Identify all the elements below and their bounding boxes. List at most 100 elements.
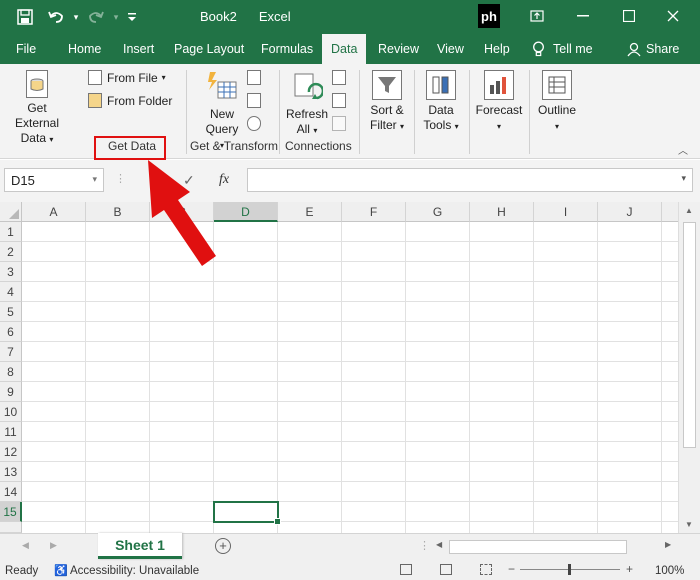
row-header[interactable]: 1 bbox=[0, 222, 22, 242]
outline-button[interactable]: Outline ▾ bbox=[534, 70, 580, 134]
scroll-right-icon[interactable]: ▶ bbox=[665, 540, 671, 549]
group-divider bbox=[186, 70, 187, 154]
tab-split-handle[interactable]: ⋮ bbox=[419, 539, 430, 552]
insert-function-icon[interactable]: fx bbox=[219, 172, 229, 188]
tab-data[interactable]: Data bbox=[322, 34, 367, 64]
recent-sources-button[interactable] bbox=[247, 116, 261, 131]
scroll-left-icon[interactable]: ◀ bbox=[436, 540, 442, 549]
data-tools-button[interactable]: Data Tools ▾ bbox=[418, 70, 464, 134]
tab-file[interactable]: File bbox=[14, 34, 38, 64]
add-sheet-icon[interactable]: + bbox=[215, 538, 231, 554]
formula-input[interactable]: ▾ bbox=[247, 168, 693, 192]
forecast-button[interactable]: Forecast ▾ bbox=[474, 70, 524, 134]
tab-home[interactable]: Home bbox=[66, 34, 103, 64]
undo-icon[interactable] bbox=[46, 7, 66, 27]
row-header[interactable]: 6 bbox=[0, 322, 22, 342]
worksheet-grid[interactable]: A B C D E F G H I J 1 2 3 4 5 6 7 8 9 10… bbox=[0, 202, 678, 533]
accessibility-status[interactable]: Accessibility: Unavailable bbox=[70, 565, 199, 577]
table-icon bbox=[247, 70, 261, 85]
sort-label-1: Sort & bbox=[370, 103, 404, 117]
row-header[interactable]: 12 bbox=[0, 442, 22, 462]
scroll-down-icon[interactable]: ▼ bbox=[685, 520, 693, 529]
share-button[interactable]: Share bbox=[625, 34, 681, 64]
tab-insert[interactable]: Insert bbox=[121, 34, 156, 64]
from-folder-button[interactable]: From Folder bbox=[88, 93, 172, 108]
column-header[interactable]: A bbox=[22, 202, 86, 222]
properties-button[interactable] bbox=[332, 93, 346, 108]
zoom-slider-handle[interactable] bbox=[568, 564, 571, 575]
more-options-icon: ⋮ bbox=[115, 173, 126, 185]
horizontal-scroll-thumb[interactable] bbox=[449, 540, 627, 554]
save-icon[interactable] bbox=[15, 7, 35, 27]
accessibility-icon: ♿ bbox=[54, 565, 68, 577]
column-header[interactable]: I bbox=[534, 202, 598, 222]
tab-help[interactable]: Help bbox=[482, 34, 512, 64]
column-header[interactable]: J bbox=[598, 202, 662, 222]
select-all-corner[interactable] bbox=[0, 202, 22, 222]
prev-sheet-icon[interactable]: ◀ bbox=[22, 540, 29, 551]
vertical-scrollbar[interactable]: ▲ ▼ bbox=[678, 202, 700, 533]
sheet-tab-active[interactable]: Sheet 1 bbox=[98, 533, 182, 559]
normal-view-icon[interactable] bbox=[400, 564, 412, 575]
zoom-level[interactable]: 100% bbox=[655, 565, 684, 577]
close-icon[interactable] bbox=[662, 6, 684, 26]
edit-links-button[interactable] bbox=[332, 116, 346, 131]
row-header-selected[interactable]: 15 bbox=[0, 502, 22, 522]
column-header[interactable]: F bbox=[342, 202, 406, 222]
row-header[interactable]: 2 bbox=[0, 242, 22, 262]
queries-connections-button[interactable] bbox=[332, 70, 346, 85]
outline-label: Outline bbox=[537, 103, 577, 117]
tab-formulas[interactable]: Formulas bbox=[259, 34, 315, 64]
chevron-down-icon: ▾ bbox=[454, 122, 459, 131]
row-header[interactable]: 11 bbox=[0, 422, 22, 442]
next-sheet-icon[interactable]: ▶ bbox=[50, 540, 57, 551]
row-header[interactable]: 7 bbox=[0, 342, 22, 362]
scroll-up-icon[interactable]: ▲ bbox=[685, 206, 693, 215]
column-header[interactable]: H bbox=[470, 202, 534, 222]
cell-area[interactable] bbox=[22, 222, 678, 533]
tab-page-layout[interactable]: Page Layout bbox=[172, 34, 246, 64]
zoom-out-icon[interactable]: − bbox=[508, 562, 515, 576]
maximize-icon[interactable] bbox=[618, 6, 640, 26]
column-header-selected[interactable]: D bbox=[214, 202, 278, 222]
row-header[interactable]: 8 bbox=[0, 362, 22, 382]
sort-label-2: Filter bbox=[369, 118, 397, 132]
group-divider bbox=[469, 70, 470, 154]
outline-icon bbox=[542, 70, 572, 100]
zoom-in-icon[interactable]: + bbox=[626, 562, 633, 576]
tab-review[interactable]: Review bbox=[376, 34, 421, 64]
chevron-down-icon: ▾ bbox=[554, 122, 559, 131]
name-box[interactable]: D15 ▾ bbox=[4, 168, 104, 192]
redo-icon[interactable] bbox=[86, 7, 106, 27]
page-layout-view-icon[interactable] bbox=[440, 564, 452, 575]
column-header[interactable]: G bbox=[406, 202, 470, 222]
ribbon-display-icon[interactable] bbox=[526, 6, 548, 26]
refresh-all-button[interactable]: Refresh All ▾ bbox=[284, 70, 330, 138]
from-file-button[interactable]: From File ▾ bbox=[88, 70, 166, 85]
expand-formula-icon[interactable]: ▾ bbox=[681, 173, 686, 184]
from-table-button[interactable] bbox=[247, 93, 261, 108]
row-header[interactable]: 9 bbox=[0, 382, 22, 402]
get-external-data-button[interactable]: Get External Data ▾ bbox=[4, 70, 70, 147]
active-cell-d15[interactable] bbox=[213, 501, 281, 525]
vertical-scroll-thumb[interactable] bbox=[683, 222, 696, 448]
minimize-icon[interactable] bbox=[572, 6, 594, 26]
share-label: Share bbox=[646, 42, 680, 56]
undo-dropdown-icon[interactable]: ▾ bbox=[66, 7, 86, 27]
column-header[interactable]: E bbox=[278, 202, 342, 222]
row-header[interactable]: 3 bbox=[0, 262, 22, 282]
tab-view[interactable]: View bbox=[435, 34, 466, 64]
page-break-view-icon[interactable] bbox=[480, 564, 492, 575]
row-header[interactable]: 5 bbox=[0, 302, 22, 322]
row-header[interactable]: 13 bbox=[0, 462, 22, 482]
sort-filter-button[interactable]: Sort & Filter ▾ bbox=[364, 70, 410, 134]
grid-icon bbox=[247, 93, 261, 108]
from-file-label: From File bbox=[107, 70, 158, 85]
show-queries-button[interactable] bbox=[247, 70, 261, 85]
collapse-ribbon-icon[interactable]: ︿ bbox=[678, 142, 688, 157]
row-header[interactable]: 10 bbox=[0, 402, 22, 422]
customize-icon[interactable] bbox=[122, 7, 142, 27]
row-header[interactable]: 14 bbox=[0, 482, 22, 502]
tell-me-search[interactable]: Tell me bbox=[530, 34, 595, 64]
row-header[interactable]: 4 bbox=[0, 282, 22, 302]
